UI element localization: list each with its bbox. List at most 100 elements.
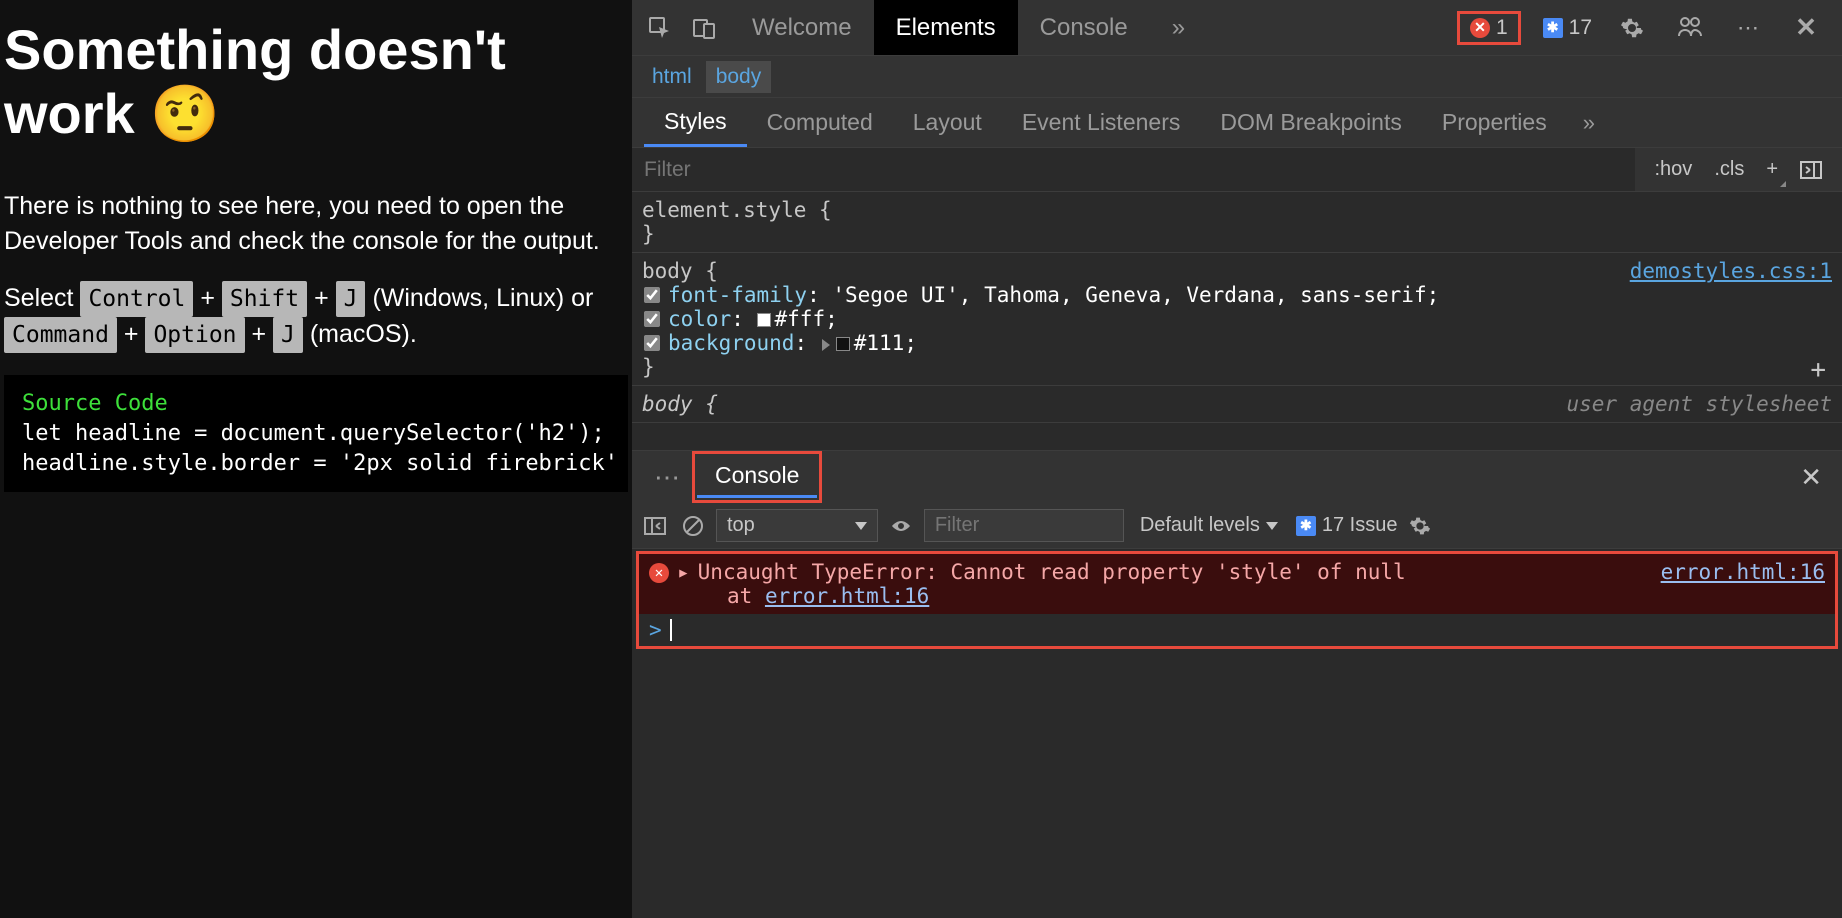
page-shortcuts: Select Control + Shift + J (Windows, Lin… [4,281,628,353]
subtab-dom-breakpoints[interactable]: DOM Breakpoints [1200,98,1422,147]
crumb-html[interactable]: html [642,61,702,93]
subtab-properties[interactable]: Properties [1422,98,1567,147]
color-swatch-icon[interactable] [757,313,771,327]
tab-elements[interactable]: Elements [874,0,1018,55]
page-content: Something doesn't work 🤨 There is nothin… [0,0,632,918]
css-prop: font-family [668,283,807,307]
css-val: : 'Segoe UI', Tahoma, Geneva, Verdana, s… [807,283,1439,307]
code-line-1: let headline = document.querySelector('h… [22,419,610,449]
issues-count-badge[interactable]: ✱ 17 [1535,14,1600,42]
declaration-background[interactable]: background: #111; [642,331,1832,355]
stack-source-link[interactable]: error.html:16 [765,584,929,608]
device-toggle-icon[interactable] [686,10,722,46]
context-selector[interactable]: top [716,509,878,542]
console-error-highlight: ✕ ▸ Uncaught TypeError: Cannot read prop… [636,551,1838,649]
console-prompt[interactable]: > [639,614,1835,646]
kbd-j: J [336,281,366,317]
expand-stack-icon[interactable]: ▸ [677,560,690,584]
drawer-tab-highlight: Console [692,451,822,503]
console-messages: ✕ ▸ Uncaught TypeError: Cannot read prop… [632,549,1842,918]
error-count: 1 [1496,16,1508,40]
error-count-badge[interactable]: ✕ 1 [1457,11,1521,45]
rule-selector: element.style { [642,198,1832,222]
console-error-message[interactable]: ✕ ▸ Uncaught TypeError: Cannot read prop… [639,554,1835,614]
drawer-tab-console[interactable]: Console [697,456,817,498]
inspect-element-icon[interactable] [642,10,678,46]
feedback-icon[interactable] [1672,10,1708,46]
levels-label: Default levels [1140,514,1260,537]
styles-filter-tools: :hov .cls + [1635,154,1842,185]
stack-at: at [727,584,765,608]
decl-toggle[interactable] [644,311,660,327]
rule-close: } [642,355,655,379]
kbd-command: Command [4,317,117,353]
toggle-sidebar-icon[interactable] [1794,157,1828,183]
subtab-more[interactable]: » [1573,110,1605,136]
text-cursor [670,619,672,641]
styles-rules: element.style { } body { demostyles.css:… [632,192,1842,423]
prompt-caret-icon: > [649,618,662,642]
issues-icon: ✱ [1296,516,1316,536]
rule-body[interactable]: body { demostyles.css:1 font-family: 'Se… [632,253,1842,386]
styles-subtabs: Styles Computed Layout Event Listeners D… [632,98,1842,148]
console-settings-gear-icon[interactable] [1405,511,1435,541]
console-filter-input[interactable] [924,509,1124,542]
console-drawer: ⋯ Console ✕ top Default levels [632,450,1842,918]
tab-welcome[interactable]: Welcome [730,0,874,55]
decl-toggle[interactable] [644,335,660,351]
tab-more[interactable]: » [1150,0,1207,55]
toolbar-right: ✕ 1 ✱ 17 ⋯ ✕ [1457,10,1832,46]
drawer-more-icon[interactable]: ⋯ [642,462,692,493]
issues-count: 17 [1569,16,1592,40]
add-declaration-button[interactable]: + [1810,355,1832,385]
clear-console-icon[interactable] [678,511,708,541]
decl-toggle[interactable] [644,287,660,303]
settings-gear-icon[interactable] [1614,10,1650,46]
new-style-rule-button[interactable]: + [1760,154,1784,185]
log-levels-selector[interactable]: Default levels [1140,514,1278,537]
source-code-box: Source Code let headline = document.quer… [4,375,628,492]
error-source-link[interactable]: error.html:16 [1661,560,1825,584]
declaration-font-family[interactable]: font-family: 'Segoe UI', Tahoma, Geneva,… [642,283,1832,307]
elements-breadcrumb: html body [632,56,1842,98]
expand-shorthand-icon[interactable] [822,339,830,351]
console-issues-badge[interactable]: ✱ 17 Issue [1296,514,1398,537]
toggle-sidebar-icon[interactable] [640,511,670,541]
css-val: #111 [854,331,905,355]
styles-filter-row: :hov .cls + [632,148,1842,192]
page-intro: There is nothing to see here, you need t… [4,189,628,259]
subtab-computed[interactable]: Computed [747,98,893,147]
source-code-label: Source Code [22,389,610,419]
styles-filter-input[interactable] [632,148,1635,191]
drawer-close-icon[interactable]: ✕ [1790,462,1832,493]
css-prop: background [668,331,794,355]
error-icon: ✕ [649,563,669,583]
color-swatch-icon[interactable] [836,337,850,351]
devtools-panel: Welcome Elements Console » ✕ 1 ✱ 17 ⋯ ✕ [632,0,1842,918]
subtab-event-listeners[interactable]: Event Listeners [1002,98,1201,147]
subtab-layout[interactable]: Layout [893,98,1002,147]
rule-element-style[interactable]: element.style { } [632,192,1842,253]
live-expression-icon[interactable] [886,511,916,541]
css-val: #fff [775,307,826,331]
issues-icon: ✱ [1543,18,1563,38]
devtools-toolbar: Welcome Elements Console » ✕ 1 ✱ 17 ⋯ ✕ [632,0,1842,56]
crumb-body[interactable]: body [706,61,772,93]
hov-toggle[interactable]: :hov [1649,154,1699,185]
error-text: Uncaught TypeError: Cannot read property… [698,560,1406,584]
text: (macOS). [310,320,417,348]
declaration-color[interactable]: color: #fff; [642,307,1832,331]
close-devtools-icon[interactable]: ✕ [1788,10,1824,46]
subtab-styles[interactable]: Styles [644,98,747,147]
rule-source-link[interactable]: demostyles.css:1 [1630,259,1832,283]
issues-label: 17 Issue [1322,514,1398,537]
code-line-2: headline.style.border = '2px solid fireb… [22,449,610,479]
context-label: top [727,514,755,537]
more-menu-icon[interactable]: ⋯ [1730,10,1766,46]
console-toolbar: top Default levels ✱ 17 Issue [632,503,1842,549]
tab-console[interactable]: Console [1018,0,1150,55]
text: (Windows, Linux) or [372,284,593,312]
cls-toggle[interactable]: .cls [1708,154,1750,185]
user-agent-label: user agent stylesheet [1566,392,1832,416]
kbd-control: Control [80,281,193,317]
